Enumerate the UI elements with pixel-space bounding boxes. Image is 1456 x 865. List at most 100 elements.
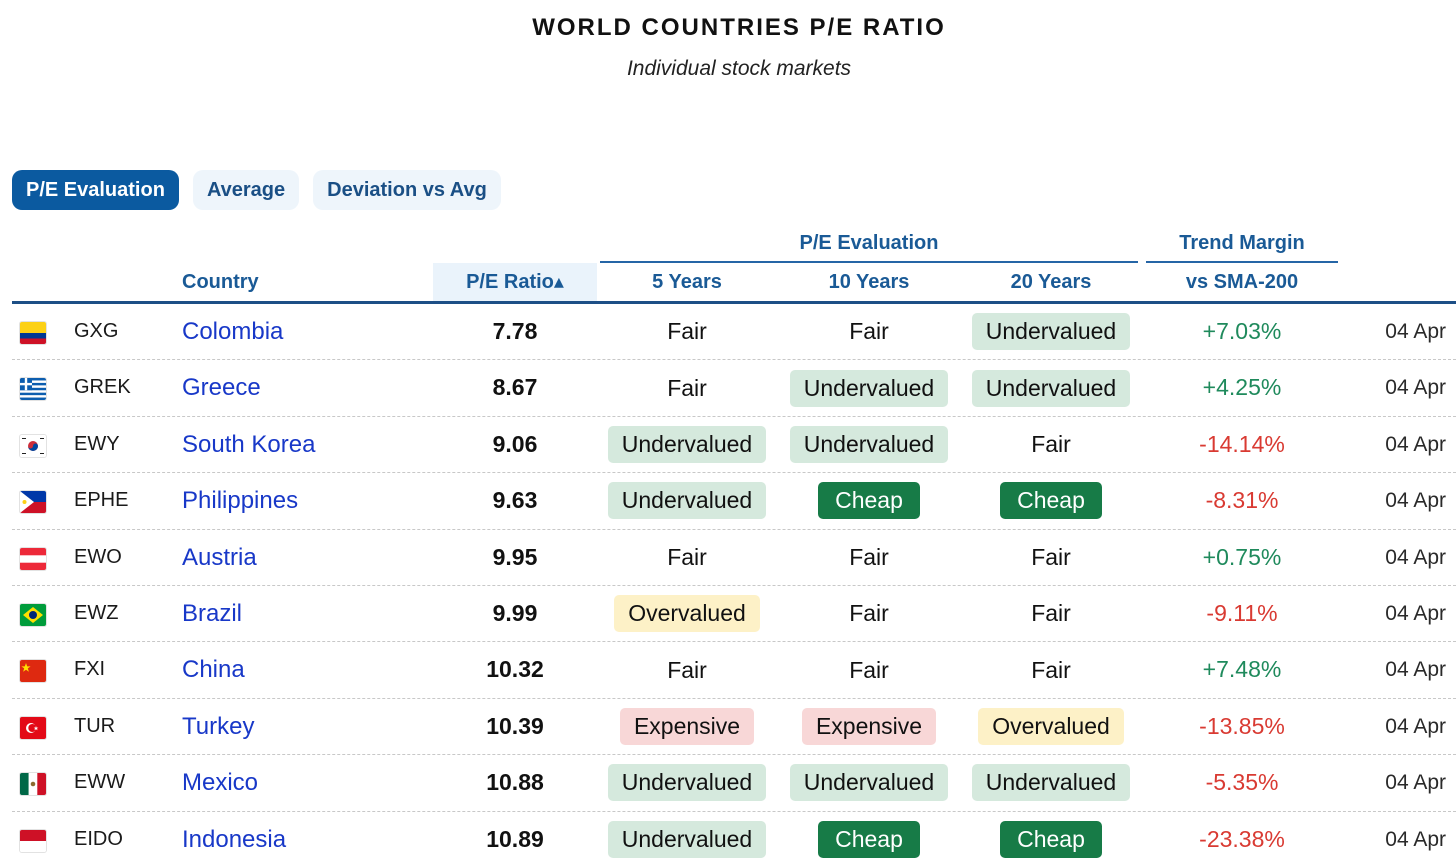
evaluation-badge: Undervalued bbox=[607, 764, 767, 802]
evaluation-10-years: Undervalued bbox=[778, 417, 960, 472]
table-row[interactable]: EIDO Indonesia 10.89 Undervalued Cheap Cheap -… bbox=[12, 812, 1456, 865]
evaluation-badge: Fair bbox=[1031, 656, 1071, 683]
view-tabs: P/E Evaluation Average Deviation vs Avg bbox=[12, 170, 501, 210]
group-header-pe-evaluation: P/E Evaluation bbox=[600, 230, 1138, 263]
country-link[interactable]: Mexico bbox=[182, 755, 258, 810]
brazil-flag-icon bbox=[20, 603, 46, 626]
country-link[interactable]: Brazil bbox=[182, 586, 242, 641]
trend-margin-value: +4.25% bbox=[1202, 374, 1282, 401]
column-header-vs-sma-200[interactable]: vs SMA-200 bbox=[1146, 263, 1338, 301]
ticker-symbol: GXG bbox=[74, 320, 119, 342]
last-updated-date: 04 Apr bbox=[1385, 827, 1446, 851]
evaluation-badge: Undervalued bbox=[789, 369, 949, 407]
column-header-pe-ratio[interactable]: P/E Ratio▴ bbox=[433, 263, 597, 301]
table-row[interactable]: EWZ Brazil 9.99 Overvalued Fair Fair -9.11% 04 … bbox=[12, 586, 1456, 643]
country-link[interactable]: Greece bbox=[182, 360, 261, 415]
last-updated-date: 04 Apr bbox=[1385, 489, 1446, 513]
table-row[interactable]: GREK Greece 8.67 Fair Undervalued Undervalued… bbox=[12, 360, 1456, 417]
evaluation-badge: Cheap bbox=[1000, 482, 1102, 520]
country-link[interactable]: South Korea bbox=[182, 417, 315, 472]
evaluation-20-years: Fair bbox=[960, 586, 1142, 641]
evaluation-badge: Fair bbox=[1031, 431, 1071, 458]
evaluation-5-years: Undervalued bbox=[596, 473, 778, 528]
table-row[interactable]: EWO Austria 9.95 Fair Fair Fair +0.75% 04 Apr bbox=[12, 530, 1456, 586]
last-updated-date: 04 Apr bbox=[1385, 545, 1446, 569]
pe-table-body: GXG Colombia 7.78 Fair Fair Undervalued +7.03%… bbox=[12, 304, 1456, 865]
evaluation-5-years: Fair bbox=[596, 360, 778, 415]
evaluation-badge: Overvalued bbox=[614, 595, 760, 633]
country-link[interactable]: China bbox=[182, 642, 245, 697]
evaluation-badge: Fair bbox=[849, 656, 889, 683]
page-subtitle: Individual stock markets bbox=[626, 57, 852, 80]
evaluation-badge: Fair bbox=[667, 543, 707, 570]
evaluation-20-years: Fair bbox=[960, 530, 1142, 585]
country-link[interactable]: Austria bbox=[182, 530, 257, 585]
table-row[interactable]: EWY South Korea 9.06 Undervalued Undervalued… bbox=[12, 417, 1456, 474]
greece-flag-icon bbox=[20, 378, 46, 401]
evaluation-badge: Fair bbox=[1031, 543, 1071, 570]
table-row[interactable]: TUR Turkey 10.39 Expensive Expensive Overvalu… bbox=[12, 699, 1456, 756]
evaluation-5-years: Fair bbox=[596, 642, 778, 697]
trend-margin-value: -8.31% bbox=[1205, 487, 1279, 514]
evaluation-badge: Undervalued bbox=[607, 482, 767, 520]
last-updated-date: 04 Apr bbox=[1385, 658, 1446, 682]
evaluation-badge: Cheap bbox=[1000, 820, 1102, 858]
evaluation-20-years: Cheap bbox=[960, 473, 1142, 528]
country-link[interactable]: Indonesia bbox=[182, 812, 286, 865]
last-updated-date: 04 Apr bbox=[1385, 771, 1446, 795]
evaluation-10-years: Undervalued bbox=[778, 360, 960, 415]
evaluation-5-years: Expensive bbox=[596, 699, 778, 754]
trend-margin-value: +7.03% bbox=[1202, 318, 1282, 344]
china-flag-icon bbox=[20, 660, 46, 683]
column-header-country[interactable]: Country bbox=[182, 263, 259, 301]
turkey-flag-icon bbox=[20, 716, 46, 739]
evaluation-5-years: Undervalued bbox=[596, 812, 778, 865]
evaluation-5-years: Fair bbox=[596, 530, 778, 585]
tab-average[interactable]: Average bbox=[192, 170, 300, 210]
table-row[interactable]: FXI China 10.32 Fair Fair Fair +7.48% 04 Apr bbox=[12, 642, 1456, 699]
ticker-symbol: EWZ bbox=[74, 601, 119, 624]
tab-deviation-vs-avg[interactable]: Deviation vs Avg bbox=[313, 170, 501, 210]
column-header-10-years[interactable]: 10 Years bbox=[778, 263, 960, 301]
table-row[interactable]: EPHE Philippines 9.63 Undervalued Cheap Cheap… bbox=[12, 473, 1456, 530]
evaluation-10-years: Expensive bbox=[778, 699, 960, 754]
country-link[interactable]: Colombia bbox=[182, 304, 283, 359]
column-header-20-years[interactable]: 20 Years bbox=[960, 263, 1142, 301]
country-link[interactable]: Philippines bbox=[182, 473, 298, 528]
evaluation-badge: Cheap bbox=[818, 482, 920, 520]
evaluation-20-years: Undervalued bbox=[960, 304, 1142, 359]
ticker-symbol: FXI bbox=[74, 658, 106, 681]
pe-ratio-value: 9.63 bbox=[492, 487, 538, 514]
evaluation-badge: Fair bbox=[667, 318, 707, 345]
evaluation-badge: Expensive bbox=[619, 708, 755, 745]
trend-margin-value: -14.14% bbox=[1199, 430, 1285, 457]
evaluation-badge: Fair bbox=[849, 543, 889, 570]
ticker-symbol: EWW bbox=[74, 771, 126, 794]
trend-margin-value: -23.38% bbox=[1199, 825, 1285, 852]
last-updated-date: 04 Apr bbox=[1385, 320, 1446, 343]
tab-pe-evaluation[interactable]: P/E Evaluation bbox=[12, 170, 179, 210]
evaluation-20-years: Fair bbox=[960, 642, 1142, 697]
pe-ratio-value: 10.88 bbox=[486, 769, 544, 796]
last-updated-date: 04 Apr bbox=[1385, 376, 1446, 400]
evaluation-10-years: Undervalued bbox=[778, 755, 960, 810]
trend-margin-value: +0.75% bbox=[1202, 543, 1282, 570]
table-row[interactable]: EWW Mexico 10.88 Undervalued Undervalued Unde… bbox=[12, 755, 1456, 812]
pe-ratio-value: 10.39 bbox=[486, 712, 544, 739]
evaluation-badge: Undervalued bbox=[607, 426, 767, 464]
indonesia-flag-icon bbox=[20, 829, 46, 852]
evaluation-10-years: Fair bbox=[778, 586, 960, 641]
table-row[interactable]: GXG Colombia 7.78 Fair Fair Undervalued +7.03%… bbox=[12, 304, 1456, 361]
trend-margin-value: -13.85% bbox=[1199, 712, 1285, 739]
evaluation-10-years: Cheap bbox=[778, 812, 960, 865]
page-title: WORLD COUNTRIES P/E RATIO bbox=[532, 14, 946, 41]
evaluation-badge: Overvalued bbox=[978, 708, 1124, 745]
evaluation-5-years: Undervalued bbox=[596, 755, 778, 810]
ticker-symbol: TUR bbox=[74, 714, 116, 737]
column-header-5-years[interactable]: 5 Years bbox=[596, 263, 778, 301]
evaluation-5-years: Overvalued bbox=[596, 586, 778, 641]
evaluation-badge: Undervalued bbox=[789, 764, 949, 802]
evaluation-5-years: Fair bbox=[596, 304, 778, 359]
country-link[interactable]: Turkey bbox=[182, 699, 254, 754]
trend-margin-value: -5.35% bbox=[1205, 769, 1279, 796]
